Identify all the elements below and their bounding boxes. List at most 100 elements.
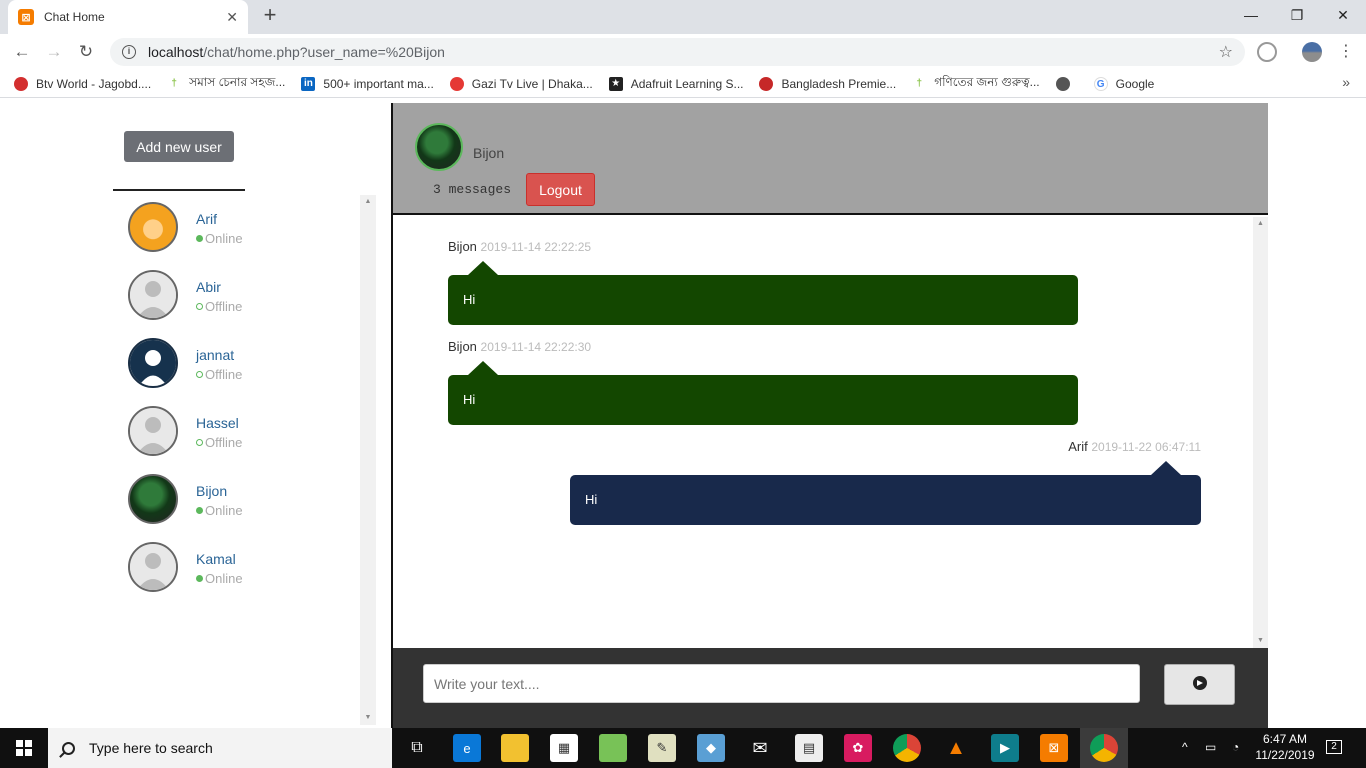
bookmark-item[interactable]: in 500+ important ma... — [301, 76, 434, 91]
media-app-icon[interactable]: ▶ — [991, 734, 1019, 762]
bookmark-item[interactable] — [1055, 76, 1078, 91]
android-studio-icon[interactable] — [599, 734, 627, 762]
user-name[interactable]: Abir — [196, 279, 221, 295]
status-label: Offline — [205, 435, 243, 450]
current-user-avatar — [415, 123, 463, 171]
message-list-scrollbar[interactable]: ▲ ▼ — [1253, 217, 1268, 648]
scroll-down-arrow-icon[interactable]: ▼ — [1253, 634, 1268, 648]
taskbar-search[interactable]: Type here to search — [48, 728, 392, 768]
message-composer — [393, 648, 1268, 728]
user-list-item[interactable]: jannat Offline — [113, 331, 376, 399]
profile-avatar[interactable] — [1302, 42, 1322, 62]
message-list: Bijon 2019-11-14 22:22:25 Hi Bijon 2019-… — [393, 217, 1253, 648]
minimize-button[interactable]: — — [1228, 0, 1274, 30]
bookmark-item[interactable]: ★ Adafruit Learning S... — [608, 76, 743, 91]
restore-button[interactable]: ❐ — [1274, 0, 1320, 30]
tray-chevron-icon[interactable]: ^ — [1182, 740, 1188, 754]
scroll-up-arrow-icon[interactable]: ▲ — [1253, 217, 1268, 231]
notepad-icon[interactable]: ✎ — [648, 734, 676, 762]
user-list-item[interactable]: Hassel Offline — [113, 399, 376, 467]
user-list-item[interactable]: Bijon Online — [113, 467, 376, 535]
bookmark-star-icon[interactable]: ☆ — [1219, 42, 1233, 62]
user-name[interactable]: Hassel — [196, 415, 239, 431]
bookmark-label: গণিতের জন্য গুরুত্ব... — [934, 74, 1040, 89]
status-label: Online — [205, 503, 243, 518]
windows-taskbar: Type here to search ⧉ e ▦ ✎ ◆ ✉ ▤ ✿ ▲ ▶ … — [0, 728, 1366, 768]
scroll-up-arrow-icon[interactable]: ▲ — [360, 195, 376, 209]
window-close-button[interactable]: ✕ — [1320, 0, 1366, 30]
user-list-item[interactable]: Abir Offline — [113, 263, 376, 331]
bookmark-item[interactable]: G Google — [1093, 76, 1154, 91]
user-status: Offline — [196, 435, 242, 450]
new-tab-button[interactable]: + — [258, 4, 282, 28]
offline-dot-icon — [196, 439, 203, 446]
bookmark-favicon-icon — [14, 76, 28, 91]
taskbar-search-placeholder: Type here to search — [89, 740, 213, 756]
linkedin-icon: in — [301, 76, 316, 91]
menu-kebab-icon[interactable]: ⋮ — [1334, 40, 1358, 64]
message-input[interactable] — [423, 664, 1140, 703]
edge-icon[interactable]: e — [453, 734, 481, 762]
paint-icon[interactable]: ✿ — [844, 734, 872, 762]
send-button[interactable] — [1164, 664, 1235, 705]
extension-icon[interactable] — [1257, 42, 1277, 62]
chrome-app-icon[interactable] — [893, 734, 921, 762]
user-list-item[interactable]: Kamal Online — [113, 535, 376, 603]
bookmark-item[interactable]: Bangladesh Premie... — [759, 76, 897, 91]
site-info-icon[interactable]: i — [122, 45, 136, 59]
windows-logo-icon — [16, 740, 32, 756]
power-icon[interactable]: ▭ — [1205, 740, 1216, 754]
store-icon[interactable]: ▦ — [550, 734, 578, 762]
back-arrow-icon[interactable]: ← — [10, 40, 34, 64]
bookmark-favicon-icon — [449, 76, 464, 91]
url-text[interactable]: localhost/chat/home.php?user_name=%20Bij… — [148, 44, 1219, 60]
user-name[interactable]: Bijon — [196, 483, 227, 499]
start-button[interactable] — [0, 728, 48, 768]
chrome-icon[interactable] — [1090, 734, 1118, 762]
user-list-item[interactable]: Arif Online — [113, 195, 376, 263]
bookmark-item[interactable]: † সমাস চেনার সহজ... — [167, 74, 285, 94]
message-bubble: Hi — [448, 261, 1078, 325]
tab-close-icon[interactable]: ✕ — [226, 9, 238, 26]
message-meta: Bijon 2019-11-14 22:22:30 — [448, 339, 591, 354]
message-bubble: Hi — [570, 461, 1201, 525]
url-host: localhost — [148, 44, 204, 60]
address-bar[interactable]: i localhost/chat/home.php?user_name=%20B… — [110, 38, 1245, 66]
bookmark-label: Btv World - Jagobd.... — [36, 76, 152, 91]
bookmarks-bar: Btv World - Jagobd.... † সমাস চেনার সহজ..… — [0, 70, 1366, 98]
reload-icon[interactable]: ↻ — [74, 40, 98, 64]
notification-icon[interactable]: 2 — [1326, 740, 1342, 754]
logout-button[interactable]: Logout — [526, 173, 595, 206]
bookmark-label: সমাস চেনার সহজ... — [189, 74, 286, 89]
mail-icon[interactable]: ✉ — [746, 734, 774, 762]
clock[interactable]: 6:47 AM 11/22/2019 — [1250, 731, 1320, 763]
bookmark-item[interactable]: † গণিতের জন্য গুরুত্ব... — [912, 74, 1039, 94]
bookmarks-overflow-icon[interactable]: » — [1342, 74, 1350, 90]
browser-tab[interactable]: ⊠ Chat Home ✕ — [8, 0, 248, 34]
bookmark-label: Bangladesh Premie... — [781, 76, 897, 91]
star-favicon-icon: ★ — [608, 76, 623, 91]
message-text: Hi — [463, 392, 476, 407]
avatar — [128, 542, 178, 592]
bookmark-item[interactable]: Btv World - Jagobd.... — [14, 76, 152, 91]
online-dot-icon — [196, 235, 203, 242]
message-sender: Bijon — [448, 339, 477, 354]
xampp-icon[interactable]: ⊠ — [1040, 734, 1068, 762]
scroll-down-arrow-icon[interactable]: ▼ — [360, 711, 376, 725]
file-explorer-icon[interactable] — [501, 734, 529, 762]
user-name[interactable]: jannat — [196, 347, 234, 363]
user-list-scrollbar[interactable]: ▲ ▼ — [360, 195, 376, 725]
globe-icon — [1055, 76, 1070, 91]
user-name[interactable]: Kamal — [196, 551, 236, 567]
bookmark-item[interactable]: Gazi Tv Live | Dhaka... — [449, 76, 593, 91]
task-view-icon[interactable]: ⧉ — [403, 734, 431, 762]
cricket-ball-icon — [759, 76, 774, 91]
calculator-icon[interactable]: ▤ — [795, 734, 823, 762]
user-name[interactable]: Arif — [196, 211, 217, 227]
virtualbox-icon[interactable]: ◆ — [697, 734, 725, 762]
search-icon — [62, 741, 75, 755]
add-new-user-button[interactable]: Add new user — [124, 131, 234, 162]
vlc-icon[interactable]: ▲ — [942, 734, 970, 762]
forward-arrow-icon[interactable]: → — [42, 40, 66, 64]
wifi-icon[interactable]: ◔ — [1232, 740, 1239, 754]
